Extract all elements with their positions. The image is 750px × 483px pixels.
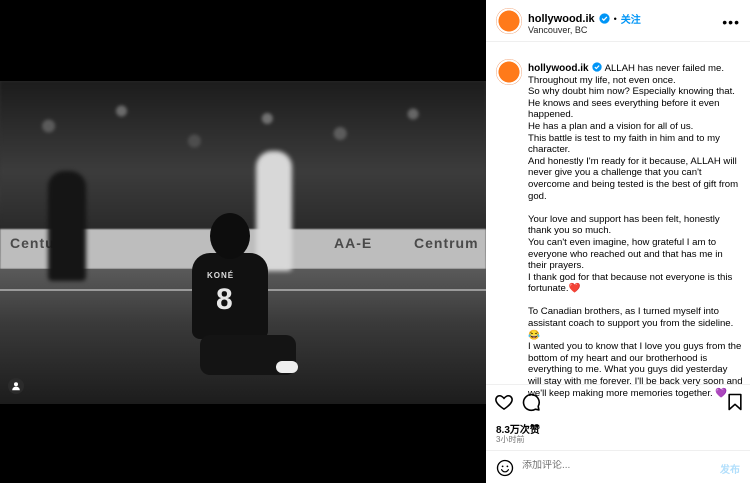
board-text-mid: AA-E xyxy=(334,235,373,251)
avatar[interactable] xyxy=(496,8,522,34)
verified-badge-icon xyxy=(598,13,610,24)
caption-avatar[interactable] xyxy=(496,59,522,85)
player-shoe xyxy=(276,361,298,373)
verified-badge-icon xyxy=(591,62,602,72)
post-media: Centuri AA-E Centrum KONÉ 8 xyxy=(0,0,486,483)
post-comment-button[interactable]: 发布 xyxy=(720,461,740,476)
post-photo[interactable]: Centuri AA-E Centrum KONÉ 8 xyxy=(0,81,486,404)
player-head xyxy=(210,213,250,259)
seated-player: KONÉ 8 xyxy=(180,213,300,393)
caption-body: Throughout my life, not even once. So wh… xyxy=(528,74,743,399)
comment-input[interactable] xyxy=(522,460,702,471)
follow-button[interactable]: 关注 xyxy=(621,11,641,26)
caption-first-line: ALLAH has never failed me. xyxy=(604,63,725,74)
user-tag-icon[interactable] xyxy=(8,378,24,394)
post-details-panel: hollywood.ik • 关注 Vancouver, BC ••• holl… xyxy=(486,0,750,483)
post-caption: hollywood.ik ALLAH has never failed me. T… xyxy=(528,62,743,399)
post-header: hollywood.ik • 关注 Vancouver, BC ••• xyxy=(486,0,750,42)
username-link[interactable]: hollywood.ik xyxy=(528,13,595,25)
jersey-number: 8 xyxy=(216,283,233,316)
comment-icon[interactable] xyxy=(521,392,541,412)
jersey-name: KONÉ xyxy=(207,271,235,280)
action-bar xyxy=(486,384,750,418)
caption-username[interactable]: hollywood.ik xyxy=(528,63,589,74)
bookmark-icon[interactable] xyxy=(725,392,745,412)
header-user-row: hollywood.ik • 关注 xyxy=(528,11,641,27)
location-link[interactable]: Vancouver, BC xyxy=(528,25,587,35)
post-timestamp[interactable]: 3小时前 xyxy=(496,434,524,445)
background-player-left xyxy=(48,171,86,281)
board-text-right: Centrum xyxy=(414,235,479,251)
emoji-icon[interactable] xyxy=(496,459,514,477)
separator-dot: • xyxy=(613,13,617,24)
heart-icon[interactable] xyxy=(494,392,514,412)
comment-bar: 发布 xyxy=(486,450,750,483)
more-options-icon[interactable]: ••• xyxy=(722,14,740,30)
